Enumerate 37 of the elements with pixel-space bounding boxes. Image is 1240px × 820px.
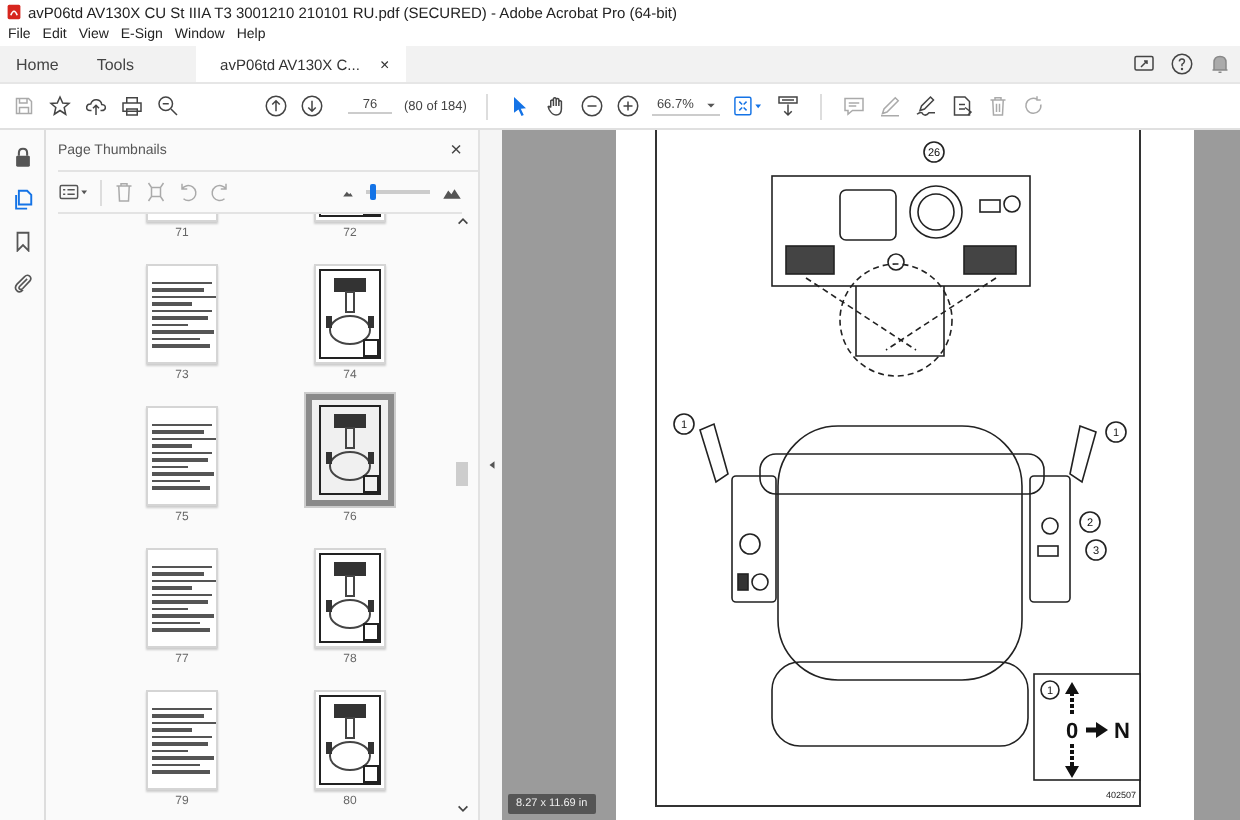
help-icon[interactable] bbox=[1170, 52, 1194, 76]
caret-icon[interactable] bbox=[706, 100, 717, 110]
stamp-icon[interactable] bbox=[950, 94, 975, 118]
zoom-out-icon[interactable] bbox=[156, 94, 180, 118]
share-screen-icon[interactable] bbox=[1132, 52, 1156, 76]
cloud-upload-icon[interactable] bbox=[84, 94, 108, 118]
zoom-in-circle-icon[interactable] bbox=[616, 94, 641, 118]
close-tab-button[interactable]: × bbox=[379, 55, 390, 73]
neutral-position-label: 0 bbox=[1065, 720, 1079, 744]
bookmark-icon[interactable] bbox=[11, 230, 33, 252]
small-mountain-icon[interactable] bbox=[342, 187, 354, 197]
signature-pen-icon[interactable] bbox=[914, 94, 939, 118]
tab[interactable]: Tools bbox=[80, 46, 157, 82]
paperclip-icon[interactable] bbox=[11, 272, 33, 294]
print-icon[interactable] bbox=[120, 94, 144, 118]
direction-label: N bbox=[1114, 720, 1130, 744]
options-menu-icon[interactable] bbox=[58, 180, 90, 204]
fit-page-icon[interactable] bbox=[732, 94, 765, 118]
legend-box bbox=[1033, 673, 1141, 781]
bell-icon[interactable] bbox=[1208, 52, 1232, 76]
up-down-arrow-icon bbox=[1065, 682, 1079, 778]
scroll-up-icon[interactable] bbox=[455, 214, 469, 228]
lock-icon[interactable] bbox=[11, 146, 33, 168]
star-icon[interactable] bbox=[48, 94, 72, 118]
large-mountain-icon[interactable] bbox=[442, 185, 462, 199]
scroll-mode-icon[interactable] bbox=[776, 94, 801, 118]
page-thumbnail[interactable] bbox=[306, 394, 394, 506]
tab[interactable]: Home bbox=[0, 46, 81, 82]
zoom-out-circle-icon[interactable] bbox=[580, 94, 605, 118]
scrollbar-thumb[interactable] bbox=[456, 462, 468, 486]
next-page-icon[interactable] bbox=[300, 94, 324, 118]
close-panel-button[interactable]: × bbox=[450, 139, 462, 161]
previous-page-icon[interactable] bbox=[264, 94, 288, 118]
collapse-panel-icon[interactable] bbox=[487, 460, 495, 470]
scroll-down-icon[interactable] bbox=[455, 802, 469, 816]
pages-icon[interactable] bbox=[11, 188, 33, 210]
right-arrow-icon bbox=[1086, 722, 1108, 738]
